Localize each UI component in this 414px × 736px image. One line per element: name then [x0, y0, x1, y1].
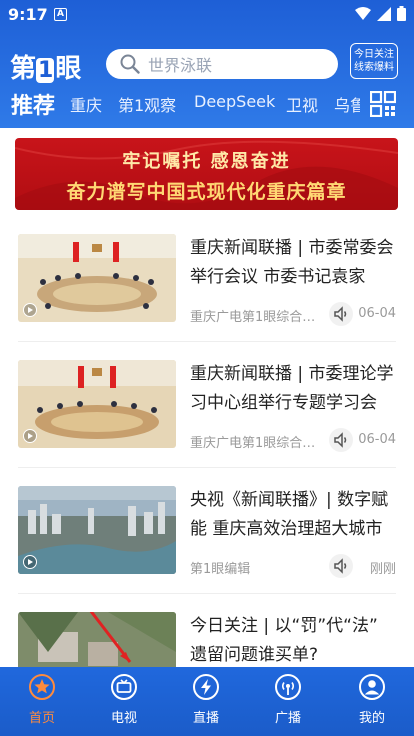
play-icon	[23, 429, 37, 443]
news-meta: 重庆广电第1眼综合… 06-04	[190, 428, 396, 452]
top-header: 9:17 A 第1眼 世界泳联 今日关注 线索爆料 推荐 重庆 第1观察 Dee…	[0, 0, 414, 128]
logo-char-2: 1	[36, 58, 55, 83]
news-title: 重庆新闻联播 | 市委理论学习中心组举行专题学习会 …	[190, 364, 394, 413]
play-icon	[23, 303, 37, 317]
focus-label-1: 今日关注	[354, 49, 394, 60]
status-bar: 9:17 A	[0, 0, 414, 30]
search-placeholder: 世界泳联	[148, 56, 213, 75]
focus-label-2: 线索爆料	[354, 62, 394, 73]
user-icon	[359, 674, 385, 700]
speaker-icon[interactable]	[329, 428, 353, 452]
battery-icon	[397, 6, 406, 21]
nav-home[interactable]: 首页	[7, 673, 77, 726]
news-source: 第1眼编辑	[190, 562, 251, 577]
wifi-icon	[355, 6, 371, 20]
nav-live-label: 直播	[192, 711, 219, 726]
banner-line-1: 牢记嘱托 感恩奋进	[122, 151, 291, 172]
nav-radio[interactable]: 广播	[253, 673, 323, 726]
channel-tabs: 推荐 重庆 第1观察 DeepSeek 卫视 乌鲁	[0, 88, 360, 124]
tab-chongqing[interactable]: 重庆	[70, 92, 102, 116]
tab-recommend[interactable]: 推荐	[11, 88, 55, 120]
news-item[interactable]: 重庆新闻联播 | 市委常委会举行会议 市委书记袁家军… 重庆广电第1眼综合… 0…	[18, 222, 396, 342]
tab-satellite-tv[interactable]: 卫视	[286, 92, 318, 116]
system-icons	[355, 6, 406, 21]
today-focus-button[interactable]: 今日关注 线索爆料	[350, 43, 398, 79]
search-icon	[120, 54, 140, 74]
news-item[interactable]: 央视《新闻联播》| 数字赋能 重庆高效治理超大城市 第1眼编辑 刚刚	[18, 474, 396, 594]
nav-live[interactable]: 直播	[171, 673, 241, 726]
status-time: 9:17	[8, 5, 48, 24]
tab-urumqi[interactable]: 乌鲁	[334, 92, 360, 116]
news-date: 刚刚	[369, 562, 396, 577]
logo-char-3: 眼	[55, 54, 81, 84]
search-bar[interactable]: 世界泳联	[106, 49, 338, 79]
speaker-icon[interactable]	[329, 302, 353, 326]
news-item[interactable]: 重庆新闻联播 | 市委理论学习中心组举行专题学习会 … 重庆广电第1眼综合… 0…	[18, 348, 396, 468]
news-title: 央视《新闻联播》| 数字赋能 重庆高效治理超大城市	[190, 490, 389, 539]
logo-char-1: 第	[10, 54, 36, 84]
news-date: 06-04	[358, 306, 396, 321]
news-title: 重庆新闻联播 | 市委常委会举行会议 市委书记袁家军…	[190, 238, 394, 287]
bottom-navigation: 首页 电视 直播 广播 我的	[0, 667, 414, 736]
speaker-icon[interactable]	[329, 554, 353, 578]
nav-tv[interactable]: 电视	[89, 673, 159, 726]
promo-banner[interactable]: 牢记嘱托 感恩奋进 奋力谱写中国式现代化重庆篇章	[15, 138, 398, 210]
banner-line-2: 奋力谱写中国式现代化重庆篇章	[66, 181, 347, 203]
nav-tv-label: 电视	[110, 711, 137, 726]
notification-a-icon: A	[54, 8, 67, 21]
news-source: 重庆广电第1眼综合…	[190, 436, 316, 451]
play-icon	[23, 555, 37, 569]
news-meta: 重庆广电第1眼综合… 06-04	[190, 302, 396, 326]
nav-mine[interactable]: 我的	[337, 673, 407, 726]
signal-icon	[377, 6, 391, 21]
news-source: 重庆广电第1眼综合…	[190, 310, 316, 325]
scan-qr-icon[interactable]	[370, 91, 396, 117]
tab-deepseek[interactable]: DeepSeek	[194, 92, 275, 111]
news-title: 今日关注 | 以“罚”代“法” 遗留问题谁买单?	[190, 616, 378, 665]
nav-radio-label: 广播	[274, 711, 301, 726]
home-star-icon	[29, 674, 55, 700]
news-date: 06-04	[358, 432, 396, 447]
tab-observe[interactable]: 第1观察	[118, 92, 176, 116]
app-logo[interactable]: 第1眼	[10, 48, 98, 84]
nav-mine-label: 我的	[358, 711, 385, 726]
news-thumbnail	[18, 486, 176, 574]
news-thumbnail	[18, 234, 176, 322]
news-meta: 第1眼编辑 刚刚	[190, 554, 396, 578]
news-thumbnail	[18, 360, 176, 448]
nav-home-label: 首页	[28, 711, 55, 726]
tv-icon	[111, 674, 137, 700]
lightning-icon	[193, 674, 219, 700]
radio-icon	[275, 674, 301, 700]
